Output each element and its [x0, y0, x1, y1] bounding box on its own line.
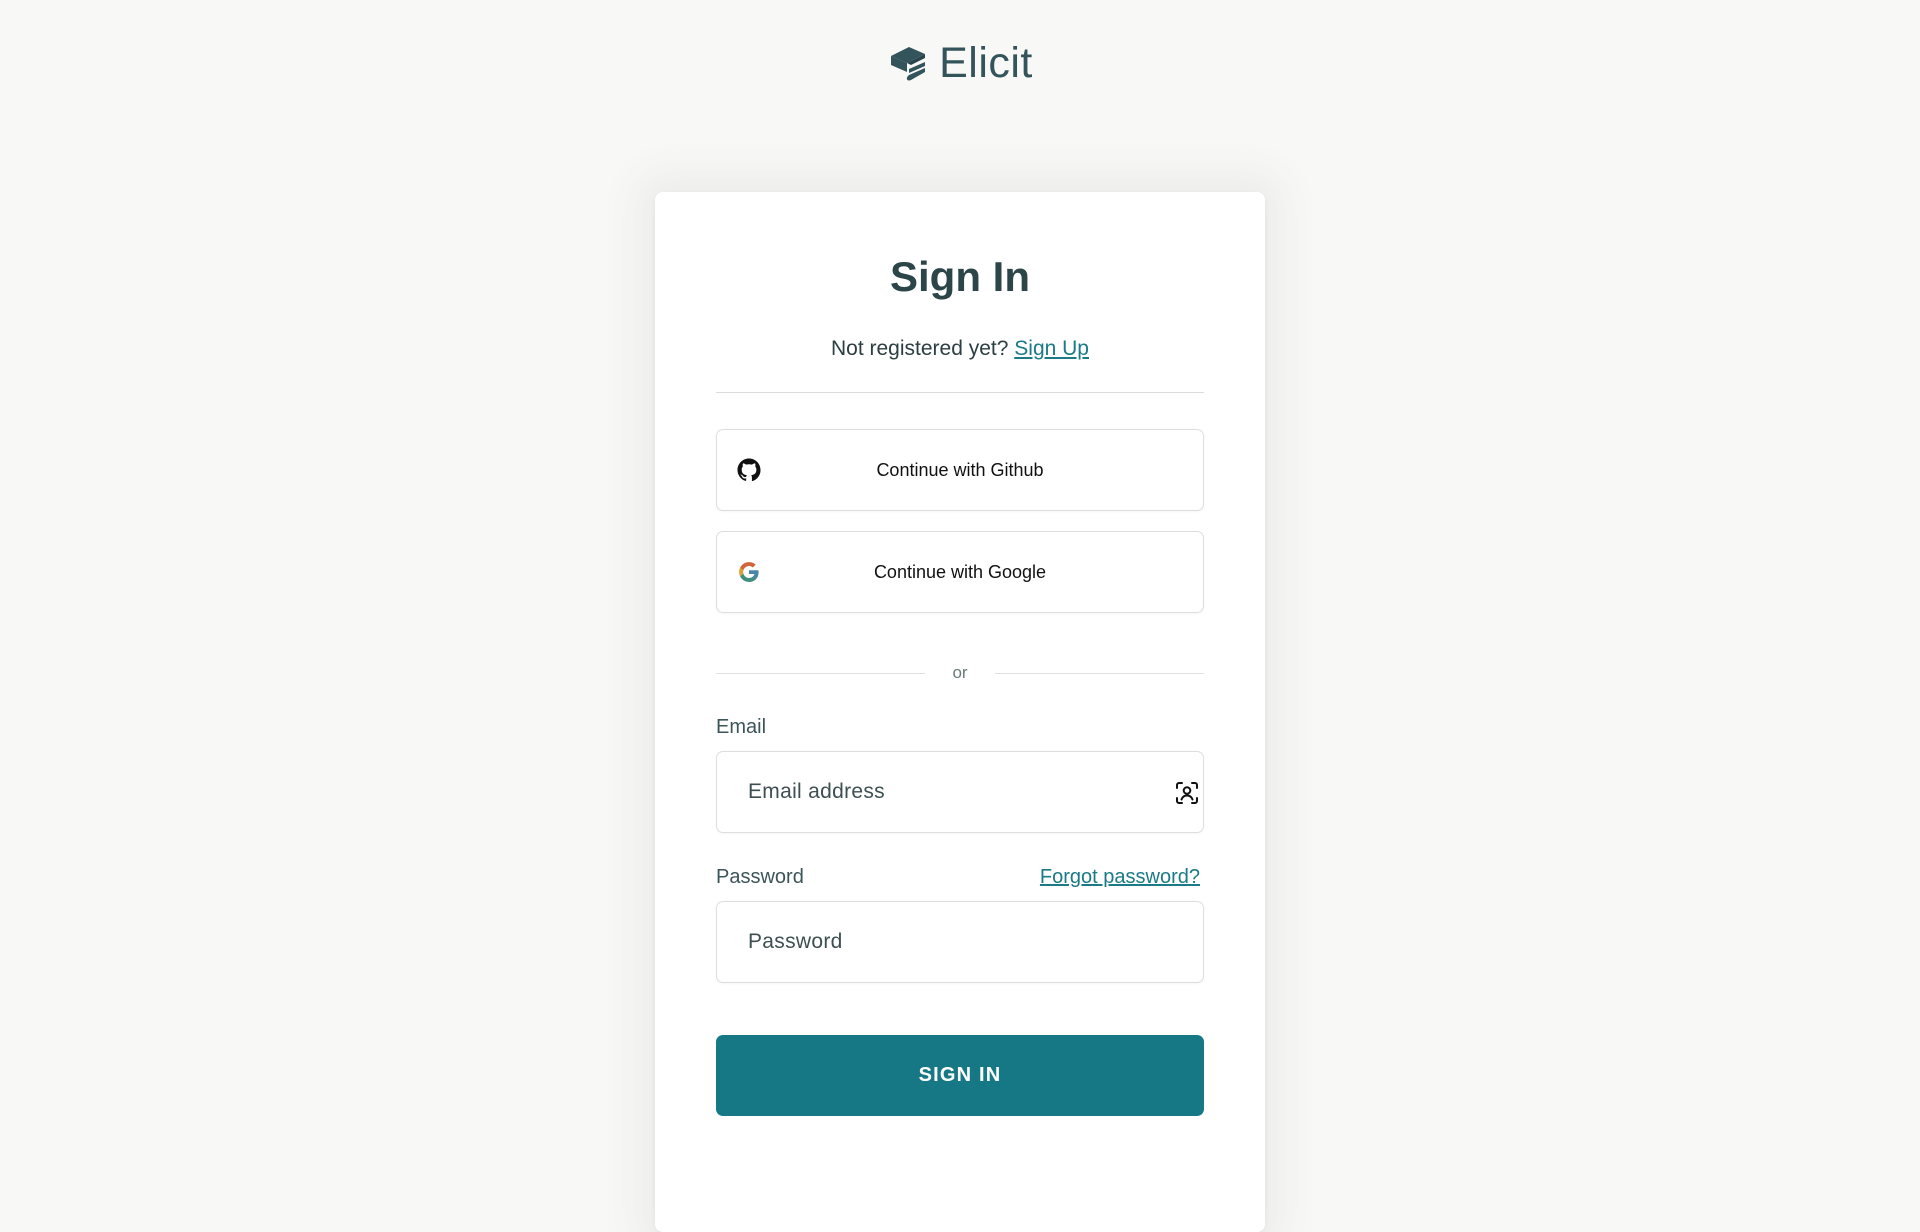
- contact-card-icon[interactable]: [1174, 780, 1200, 806]
- email-input[interactable]: [717, 752, 1203, 832]
- email-label: Email: [716, 716, 767, 738]
- google-button-label: Continue with Google: [873, 561, 1047, 582]
- forgot-password-link[interactable]: Forgot password?: [1040, 866, 1200, 889]
- signin-card: Sign In Not registered yet? Sign Up Cont…: [655, 192, 1265, 1232]
- or-line-right: [995, 672, 1204, 674]
- google-icon: [739, 562, 759, 582]
- google-signin-button[interactable]: Continue with Google: [716, 531, 1204, 613]
- not-registered-text: Not registered yet?: [831, 337, 1009, 360]
- brand-name: Elicit: [939, 39, 1033, 87]
- password-label: Password: [716, 866, 804, 888]
- brand-logo[interactable]: Elicit: [0, 39, 1920, 87]
- password-field-wrapper: [716, 901, 1204, 983]
- signup-prompt: Not registered yet? Sign Up: [716, 336, 1204, 362]
- or-separator: or: [716, 663, 1204, 683]
- top-divider: [716, 392, 1204, 393]
- or-text: or: [952, 663, 968, 682]
- password-input[interactable]: [717, 902, 1203, 982]
- page-title: Sign In: [890, 253, 1030, 300]
- github-button-label: Continue with Github: [876, 459, 1044, 480]
- sign-in-button[interactable]: SIGN IN: [716, 1035, 1204, 1116]
- github-signin-button[interactable]: Continue with Github: [716, 429, 1204, 511]
- elicit-logo-icon: [891, 47, 926, 81]
- email-field-wrapper: [716, 751, 1204, 833]
- github-icon: [737, 458, 761, 482]
- password-label-row: Password Forgot password?: [716, 865, 1204, 889]
- or-line-left: [716, 672, 925, 674]
- signup-link[interactable]: Sign Up: [1014, 337, 1089, 360]
